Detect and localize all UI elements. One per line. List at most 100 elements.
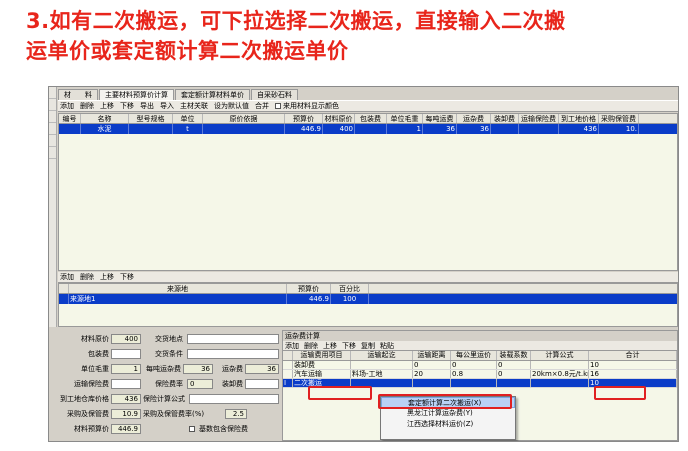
column-header[interactable]: 编号 [59, 114, 81, 123]
column-header[interactable]: 运杂费 [457, 114, 491, 123]
table-cell[interactable] [283, 370, 293, 378]
table-cell[interactable] [451, 379, 497, 387]
table-cell[interactable]: 100 [331, 294, 369, 304]
packing-fee-field[interactable] [111, 349, 141, 359]
column-header[interactable]: 每吨运费 [423, 114, 457, 123]
table-cell[interactable]: 446.9 [287, 294, 331, 304]
freight-paste-button[interactable]: 粘贴 [380, 341, 394, 350]
insurance-rate-field[interactable]: 0 [187, 379, 213, 389]
column-header[interactable]: 运输保险费 [519, 114, 559, 123]
freight-row-truck[interactable]: 汽车运输 料场-工地 20 0.8 0 20km×0.8元/t.km 16 [283, 370, 677, 379]
column-header[interactable]: 预算价 [285, 114, 323, 123]
column-header[interactable]: 运输距离 [413, 351, 451, 360]
table-cell[interactable]: 来源地1 [69, 294, 287, 304]
material-price-field[interactable]: 400 [111, 334, 141, 344]
column-header[interactable]: 包装费 [355, 114, 387, 123]
left-strip-cell[interactable] [49, 123, 56, 135]
left-strip-cell[interactable] [49, 135, 56, 147]
delivery-terms-field[interactable] [187, 349, 279, 359]
site-warehouse-price-field[interactable]: 436 [111, 394, 141, 404]
unit-weight-field[interactable]: 1 [111, 364, 141, 374]
table-cell[interactable]: 436 [559, 124, 599, 134]
color-display-checkbox[interactable] [275, 103, 281, 109]
column-header[interactable]: 采购保管费 [599, 114, 639, 123]
column-header[interactable]: 百分比 [331, 284, 369, 293]
move-down-source-button[interactable]: 下移 [120, 273, 134, 282]
column-header[interactable]: 来源地 [69, 284, 287, 293]
export-button[interactable]: 导出 [140, 102, 154, 111]
table-cell[interactable] [413, 379, 451, 387]
table-cell[interactable]: 36 [457, 124, 491, 134]
column-header[interactable]: 材料原价 [323, 114, 355, 123]
column-header[interactable]: 单位 [173, 114, 203, 123]
left-strip-cell[interactable] [49, 87, 56, 99]
column-header[interactable]: 运输费用项目 [293, 351, 351, 360]
transport-insurance-field[interactable] [111, 379, 141, 389]
table-cell[interactable] [129, 124, 173, 134]
table-cell[interactable]: 水泥 [81, 124, 129, 134]
tab-quota-unit-price[interactable]: 套定额计算材料单价 [175, 89, 250, 100]
table-cell[interactable]: 400 [323, 124, 355, 134]
table-cell[interactable] [519, 124, 559, 134]
table-cell[interactable]: 0 [497, 370, 531, 378]
table-cell[interactable]: t [173, 124, 203, 134]
table-cell[interactable] [59, 294, 69, 304]
tab-main-material-budget[interactable]: 主要材料预算价计算 [99, 89, 174, 100]
delivery-place-field[interactable] [187, 334, 279, 344]
table-cell[interactable]: I [283, 379, 293, 387]
column-header[interactable] [59, 284, 69, 293]
add-button[interactable]: 添加 [60, 102, 74, 111]
column-header[interactable]: 装卸费 [491, 114, 519, 123]
table-cell[interactable]: 10 [589, 361, 677, 369]
procurement-fee-field[interactable]: 10.9 [111, 409, 141, 419]
loading-fee-field[interactable] [245, 379, 279, 389]
table-cell[interactable]: 0 [451, 361, 497, 369]
set-default-button[interactable]: 设为默认值 [214, 102, 249, 111]
table-row[interactable]: 水泥 t 446.9 400 1 36 36 436 10. [59, 124, 677, 134]
merge-button[interactable]: 合并 [255, 102, 269, 111]
table-cell[interactable]: 装卸费 [293, 361, 351, 369]
import-button[interactable]: 导入 [160, 102, 174, 111]
table-cell[interactable]: 0 [413, 361, 451, 369]
include-insurance-checkbox[interactable] [189, 426, 195, 432]
table-cell[interactable] [203, 124, 285, 134]
table-cell[interactable]: 汽车运输 [293, 370, 351, 378]
tab-self-mined-sand[interactable]: 自采砂石料 [251, 89, 298, 100]
table-cell[interactable] [59, 124, 81, 134]
table-cell[interactable] [531, 379, 589, 387]
freight-per-ton-field[interactable]: 36 [183, 364, 213, 374]
freight-move-up-button[interactable]: 上移 [323, 341, 337, 350]
delete-button[interactable]: 删除 [80, 102, 94, 111]
table-cell[interactable] [283, 361, 293, 369]
move-up-button[interactable]: 上移 [100, 102, 114, 111]
procurement-rate-field[interactable]: 2.5 [225, 409, 247, 419]
table-cell[interactable]: 料场-工地 [351, 370, 413, 378]
column-header[interactable]: 每公里运价 [451, 351, 497, 360]
insurance-formula-field[interactable] [189, 394, 279, 404]
table-cell[interactable] [497, 379, 531, 387]
add-source-button[interactable]: 添加 [60, 273, 74, 282]
column-header[interactable] [283, 351, 293, 360]
column-header[interactable]: 原价依据 [203, 114, 285, 123]
table-cell[interactable] [355, 124, 387, 134]
left-strip-cell[interactable] [49, 147, 56, 159]
column-header[interactable]: 预算价 [287, 284, 331, 293]
table-cell[interactable] [491, 124, 519, 134]
column-header[interactable]: 到工地价格 [559, 114, 599, 123]
table-cell[interactable] [351, 361, 413, 369]
freight-field[interactable]: 36 [245, 364, 279, 374]
table-cell[interactable]: 20km×0.8元/t.km [531, 370, 589, 378]
freight-row-loading[interactable]: 装卸费 0 0 0 10 [283, 361, 677, 370]
table-row[interactable]: 来源地1 446.9 100 [59, 294, 677, 304]
column-header[interactable]: 名称 [81, 114, 129, 123]
tab-materials[interactable]: 材 料 [58, 89, 98, 100]
freight-add-button[interactable]: 添加 [285, 341, 299, 350]
column-header[interactable]: 运输起讫 [351, 351, 413, 360]
table-cell[interactable]: 16 [589, 370, 677, 378]
table-cell[interactable]: 0.8 [451, 370, 497, 378]
left-strip-cell[interactable] [49, 99, 56, 111]
table-cell[interactable]: 446.9 [285, 124, 323, 134]
table-cell[interactable]: 0 [497, 361, 531, 369]
budget-price-field[interactable]: 446.9 [111, 424, 141, 434]
move-up-source-button[interactable]: 上移 [100, 273, 114, 282]
